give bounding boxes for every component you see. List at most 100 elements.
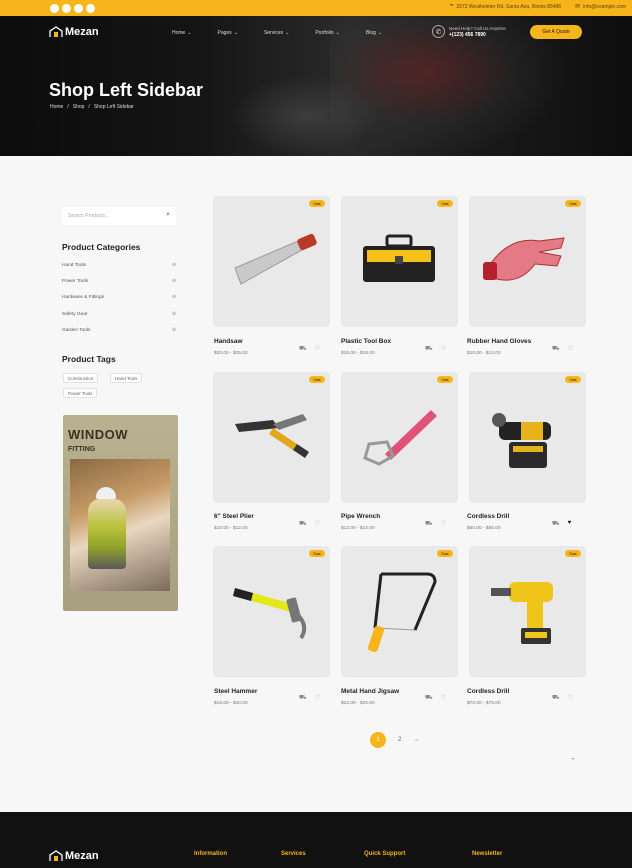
nav-item-pages[interactable]: Pages ⌄	[218, 30, 238, 36]
sale-badge: Sale	[309, 376, 325, 383]
mail-icon: ✉	[575, 4, 581, 10]
top-bar: ⌖ 2972 Westheimer Rd. Santa Ana, Illinois…	[0, 0, 632, 16]
instagram-icon[interactable]	[74, 3, 83, 13]
cart-icon[interactable]: ⛟	[552, 345, 560, 353]
tag-item[interactable]: Hand Tools	[110, 373, 143, 383]
scroll-top-icon[interactable]: ⌃	[570, 757, 576, 765]
sale-badge: Sale	[565, 550, 581, 557]
plus-icon: ⊕	[171, 279, 176, 284]
main-nav: Home ⌄ Pages ⌄ Services ⌄ Portfolio ⌄ Blog ⌄	[172, 30, 382, 36]
heart-icon[interactable]: ♡	[441, 520, 446, 528]
product-name[interactable]: Cordless Drill	[467, 688, 509, 695]
product-card[interactable]: Sale	[213, 372, 330, 503]
category-item[interactable]: Hand Tools ⊕	[62, 263, 176, 268]
heart-icon[interactable]: ♡	[315, 345, 320, 353]
plus-icon: ⊕	[171, 328, 176, 333]
grinder-image	[492, 413, 551, 468]
category-item[interactable]: Safety Gear ⊕	[62, 312, 176, 317]
jigsaw-image	[368, 572, 437, 653]
heart-icon[interactable]: ♡	[441, 694, 446, 702]
product-card[interactable]: Sale	[213, 546, 330, 677]
plier-image	[235, 414, 309, 458]
product-card[interactable]: Sale	[469, 546, 586, 677]
tag-item[interactable]: Power Tools	[63, 388, 98, 398]
sale-badge: Sale	[565, 376, 581, 383]
product-name[interactable]: Cordless Drill	[467, 513, 509, 520]
heart-icon[interactable]: ♡	[568, 694, 573, 702]
sale-badge: Sale	[309, 200, 325, 207]
product-card[interactable]: Sale	[469, 372, 586, 503]
hammer-image	[233, 588, 307, 640]
cart-icon[interactable]: ⛟	[552, 520, 560, 528]
search-input[interactable]: Search Products... ⌕	[62, 207, 176, 225]
category-item[interactable]: Garden Tools ⊕	[62, 328, 176, 333]
site-logo[interactable]: Mezan	[49, 26, 99, 38]
product-card[interactable]: Sale	[469, 196, 586, 327]
heart-icon[interactable]: ♥	[568, 520, 572, 528]
tag-item[interactable]: Construction	[63, 373, 99, 383]
product-name[interactable]: Metal Hand Jigsaw	[341, 688, 399, 695]
location-icon: ⌖	[450, 3, 454, 9]
cart-icon[interactable]: ⛟	[299, 520, 307, 528]
toolbox-image	[363, 234, 435, 282]
promo-banner[interactable]: WINDOW FITTING	[63, 415, 178, 611]
heart-icon[interactable]: ♡	[568, 345, 573, 353]
product-price: $12.00 - $14.00	[341, 526, 375, 531]
sale-badge: Sale	[437, 550, 453, 557]
breadcrumb: Home / Shop / Shop Left Sidebar	[50, 104, 134, 110]
category-item[interactable]: Power Tools ⊕	[62, 279, 176, 284]
cart-icon[interactable]: ⛟	[425, 694, 433, 702]
product-card[interactable]: Sale	[341, 372, 458, 503]
page-button[interactable]: 2	[398, 737, 401, 743]
category-item[interactable]: Hardware & Fittings ⊕	[62, 295, 176, 300]
cart-icon[interactable]: ⛟	[425, 520, 433, 528]
header-contact[interactable]: ✆ Need Help? Call Us Anytime +(123) 456 …	[432, 25, 506, 38]
address-info: ⌖ 2972 Westheimer Rd. Santa Ana, Illinois…	[450, 3, 562, 10]
tags-title: Product Tags	[62, 354, 116, 364]
logo-icon	[49, 26, 63, 37]
categories-title: Product Categories	[62, 242, 141, 252]
breadcrumb-home[interactable]: Home	[50, 104, 63, 110]
product-name[interactable]: Plastic Tool Box	[341, 338, 391, 345]
page-title: Shop Left Sidebar	[49, 80, 204, 100]
nav-item-services[interactable]: Services ⌄	[264, 30, 289, 36]
cart-icon[interactable]: ⛟	[425, 345, 433, 353]
get-quote-button[interactable]: Get A Quote	[530, 25, 582, 39]
breadcrumb-shop[interactable]: Shop	[73, 104, 85, 110]
product-name[interactable]: Pipe Wrench	[341, 513, 380, 520]
product-card[interactable]: Sale	[341, 546, 458, 677]
product-name[interactable]: Steel Hammer	[214, 688, 257, 695]
sale-badge: Sale	[309, 550, 325, 557]
cart-icon[interactable]: ⛟	[299, 345, 307, 353]
plus-icon: ⊕	[171, 312, 176, 317]
product-card[interactable]: Sale	[341, 196, 458, 327]
product-name[interactable]: Rubber Hand Gloves	[467, 338, 531, 345]
product-price: $70.00 - $75.00	[467, 701, 501, 706]
twitter-icon[interactable]	[62, 3, 71, 13]
product-price: $10.00 - $12.00	[467, 351, 501, 356]
linkedin-icon[interactable]	[86, 3, 95, 13]
product-name[interactable]: Handsaw	[214, 338, 243, 345]
nav-item-home[interactable]: Home ⌄	[172, 30, 192, 36]
logo-icon	[49, 850, 63, 861]
next-page-button[interactable]: →	[413, 737, 419, 743]
cordless-drill-image	[491, 582, 553, 644]
nav-item-blog[interactable]: Blog ⌄	[366, 30, 382, 36]
plus-icon: ⊕	[171, 295, 176, 300]
email-info[interactable]: ✉ info@example.com	[575, 3, 626, 11]
heart-icon[interactable]: ♡	[441, 345, 446, 353]
cart-icon[interactable]: ⛟	[552, 694, 560, 702]
product-card[interactable]: Sale	[213, 196, 330, 327]
product-name[interactable]: 6" Steel Plier	[214, 513, 254, 520]
nav-item-portfolio[interactable]: Portfolio ⌄	[315, 30, 340, 36]
search-icon[interactable]: ⌕	[166, 211, 170, 219]
page-button-current[interactable]: 1	[370, 732, 386, 748]
gloves-image	[483, 237, 565, 281]
handsaw-image	[234, 233, 317, 285]
heart-icon[interactable]: ♡	[315, 520, 320, 528]
cart-icon[interactable]: ⛟	[299, 694, 307, 702]
footer-logo[interactable]: Mezan	[49, 850, 99, 862]
heart-icon[interactable]: ♡	[315, 694, 320, 702]
facebook-icon[interactable]	[50, 3, 59, 13]
product-price: $10.00 - $12.00	[214, 526, 248, 531]
